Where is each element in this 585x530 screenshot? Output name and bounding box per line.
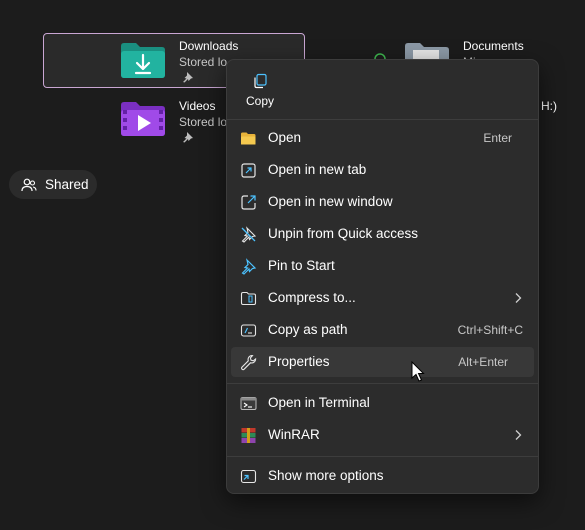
new-tab-icon: [241, 163, 256, 178]
menu-item-shortcut: Ctrl+Shift+C: [457, 323, 523, 337]
wrench-icon: [241, 354, 257, 371]
folder-open-icon: [241, 132, 256, 145]
menu-item-compress-to[interactable]: Compress to...: [231, 283, 534, 313]
menu-item-label: Copy as path: [268, 322, 348, 337]
menu-item-label: Open: [268, 130, 302, 145]
menu-item-unpin-quick-access[interactable]: Unpin from Quick access: [231, 219, 534, 249]
mouse-cursor-icon: [411, 361, 425, 382]
pinned-icon: [183, 132, 193, 143]
menu-item-label: Open in new window: [268, 194, 393, 209]
more-options-icon: [240, 469, 257, 484]
terminal-icon: [240, 397, 257, 410]
menu-item-shortcut: Alt+Enter: [458, 355, 508, 369]
sidebar-item-shared[interactable]: Shared: [9, 170, 97, 199]
menu-item-label: Open in new tab: [268, 162, 367, 177]
chevron-right-icon: [515, 430, 522, 440]
new-window-icon: [241, 195, 256, 210]
copy-label: Copy: [245, 94, 274, 108]
menu-item-label: Properties: [268, 354, 330, 369]
menu-item-winrar[interactable]: WinRAR: [231, 420, 534, 450]
copy-path-icon: [240, 324, 257, 337]
menu-item-open[interactable]: Open Enter: [231, 123, 534, 153]
menu-item-copy-as-path[interactable]: Copy as path Ctrl+Shift+C: [231, 315, 534, 345]
menu-item-label: Open in Terminal: [268, 395, 370, 410]
videos-folder-icon: [121, 102, 165, 136]
downloads-status: Stored lo: [179, 55, 228, 69]
menu-item-shortcut: Enter: [483, 131, 512, 145]
documents-folder-icon: [405, 43, 449, 60]
copy-icon: [254, 73, 267, 89]
menu-item-open-new-window[interactable]: Open in new window: [231, 187, 534, 217]
pinned-icon: [183, 72, 193, 83]
documents-name: Documents: [463, 39, 524, 53]
menu-item-show-more-options[interactable]: Show more options: [231, 461, 534, 491]
menu-item-open-new-tab[interactable]: Open in new tab: [231, 155, 534, 185]
menu-divider: [227, 456, 538, 457]
drive-label-fragment: H:): [541, 99, 557, 113]
menu-divider: [227, 119, 538, 120]
menu-item-label: Show more options: [268, 468, 384, 483]
menu-item-properties[interactable]: Properties Alt+Enter: [231, 347, 534, 377]
menu-divider: [227, 383, 538, 384]
downloads-name: Downloads: [179, 39, 239, 53]
videos-status: Stored lo: [179, 115, 228, 129]
downloads-folder-icon: [121, 43, 165, 78]
menu-item-open-in-terminal[interactable]: Open in Terminal: [231, 388, 534, 418]
menu-item-label: Pin to Start: [268, 258, 335, 273]
zip-folder-icon: [240, 291, 257, 306]
menu-item-pin-to-start[interactable]: Pin to Start: [231, 251, 534, 281]
winrar-icon: [241, 428, 256, 443]
people-icon: [21, 178, 37, 191]
copy-button[interactable]: Copy: [244, 68, 276, 112]
pin-icon: [241, 258, 257, 275]
menu-item-label: Compress to...: [268, 290, 356, 305]
sidebar-item-label: Shared: [45, 177, 89, 192]
menu-item-label: WinRAR: [268, 427, 320, 442]
unpin-icon: [241, 226, 257, 243]
menu-item-label: Unpin from Quick access: [268, 226, 419, 241]
chevron-right-icon: [515, 293, 522, 303]
videos-name: Videos: [179, 99, 216, 113]
